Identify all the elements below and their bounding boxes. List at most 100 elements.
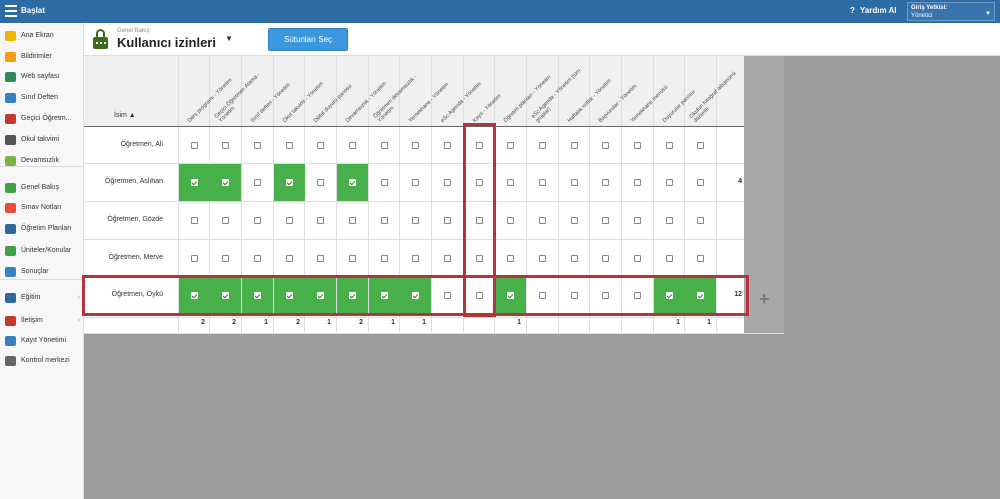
- sidebar-item-label: Öğretim Planları: [21, 225, 72, 232]
- checkbox-checked[interactable]: [191, 179, 198, 186]
- checkbox-unchecked[interactable]: [349, 142, 356, 149]
- sidebar-item-6[interactable]: Devamsızlık: [0, 151, 84, 170]
- checkbox-unchecked[interactable]: [539, 142, 546, 149]
- checkbox-unchecked[interactable]: [697, 179, 704, 186]
- sidebar-item-1[interactable]: Bildirimler: [0, 47, 84, 66]
- checkbox-unchecked[interactable]: [444, 179, 451, 186]
- checkbox-unchecked[interactable]: [666, 255, 673, 262]
- permission-cell: [210, 240, 241, 277]
- checkbox-unchecked[interactable]: [317, 217, 324, 224]
- checkbox-unchecked[interactable]: [349, 217, 356, 224]
- education-icon: [5, 292, 16, 303]
- checkbox-unchecked[interactable]: [286, 142, 293, 149]
- checkbox-checked[interactable]: [349, 179, 356, 186]
- calendar-icon: [5, 134, 16, 145]
- checkbox-unchecked[interactable]: [571, 217, 578, 224]
- checkbox-unchecked[interactable]: [444, 255, 451, 262]
- checkbox-unchecked[interactable]: [571, 255, 578, 262]
- checkbox-unchecked[interactable]: [412, 179, 419, 186]
- add-column-icon[interactable]: +: [759, 289, 770, 310]
- permission-cell: [590, 127, 621, 164]
- sidebar-divider: [0, 279, 84, 280]
- sidebar-item-10[interactable]: Üniteler/Konular: [0, 241, 84, 260]
- checkbox-unchecked[interactable]: [602, 255, 609, 262]
- checkbox-unchecked[interactable]: [697, 255, 704, 262]
- checkbox-unchecked[interactable]: [666, 142, 673, 149]
- permission-cell: [685, 240, 716, 277]
- checkbox-unchecked[interactable]: [507, 179, 514, 186]
- checkbox-unchecked[interactable]: [222, 142, 229, 149]
- checkbox-unchecked[interactable]: [381, 217, 388, 224]
- checkbox-unchecked[interactable]: [317, 179, 324, 186]
- start-label[interactable]: Başlat: [21, 6, 45, 15]
- checkbox-unchecked[interactable]: [191, 217, 198, 224]
- checkbox-unchecked[interactable]: [634, 217, 641, 224]
- checkbox-unchecked[interactable]: [381, 179, 388, 186]
- checkbox-unchecked[interactable]: [191, 255, 198, 262]
- sidebar-item-13[interactable]: İletişim ›: [0, 311, 84, 330]
- checkbox-unchecked[interactable]: [412, 217, 419, 224]
- sidebar-item-3[interactable]: Sınıf Defteri: [0, 88, 84, 107]
- checkbox-unchecked[interactable]: [507, 142, 514, 149]
- sidebar-item-15[interactable]: Kontrol merkezi: [0, 351, 84, 370]
- checkbox-unchecked[interactable]: [286, 217, 293, 224]
- permission-cell: [305, 202, 336, 239]
- checkbox-unchecked[interactable]: [697, 217, 704, 224]
- checkbox-checked[interactable]: [286, 179, 293, 186]
- checkbox-unchecked[interactable]: [507, 255, 514, 262]
- checkbox-unchecked[interactable]: [507, 217, 514, 224]
- checkbox-unchecked[interactable]: [571, 179, 578, 186]
- checkbox-checked[interactable]: [222, 179, 229, 186]
- checkbox-unchecked[interactable]: [412, 142, 419, 149]
- checkbox-unchecked[interactable]: [444, 217, 451, 224]
- select-columns-button[interactable]: Sütunları Seç: [268, 28, 348, 51]
- name-column-header[interactable]: İsim ▲: [114, 112, 136, 119]
- checkbox-unchecked[interactable]: [697, 142, 704, 149]
- sidebar-item-2[interactable]: Web sayfası: [0, 67, 84, 86]
- checkbox-unchecked[interactable]: [381, 255, 388, 262]
- checkbox-unchecked[interactable]: [602, 142, 609, 149]
- checkbox-unchecked[interactable]: [539, 179, 546, 186]
- checkbox-unchecked[interactable]: [634, 179, 641, 186]
- checkbox-unchecked[interactable]: [222, 255, 229, 262]
- checkbox-unchecked[interactable]: [666, 179, 673, 186]
- checkbox-unchecked[interactable]: [666, 217, 673, 224]
- checkbox-unchecked[interactable]: [539, 217, 546, 224]
- help-link[interactable]: ? Yardım Al: [850, 6, 897, 15]
- sidebar-item-9[interactable]: Öğretim Planları: [0, 219, 84, 238]
- sidebar-item-4[interactable]: Geçici Öğretm...: [0, 109, 84, 128]
- checkbox-unchecked[interactable]: [254, 217, 261, 224]
- sidebar-item-5[interactable]: Okul takvimi: [0, 130, 84, 149]
- sidebar-item-0[interactable]: Ana Ekran: [0, 26, 84, 45]
- sidebar-item-7[interactable]: Genel Bakış: [0, 178, 84, 197]
- sidebar-item-8[interactable]: Sınav Notları: [0, 198, 84, 217]
- checkbox-unchecked[interactable]: [254, 179, 261, 186]
- checkbox-unchecked[interactable]: [571, 142, 578, 149]
- sidebar-item-12[interactable]: Eğitim ›: [0, 288, 84, 307]
- sidebar-item-14[interactable]: Kayıt Yönetimi: [0, 331, 84, 350]
- checkbox-unchecked[interactable]: [191, 142, 198, 149]
- role-selector[interactable]: Giriş Yetkisi: Yönetici ▼: [907, 2, 995, 21]
- row-total: 4: [738, 178, 742, 185]
- checkbox-unchecked[interactable]: [381, 142, 388, 149]
- title-dropdown-icon[interactable]: ▼: [225, 34, 233, 43]
- checkbox-unchecked[interactable]: [222, 217, 229, 224]
- checkbox-unchecked[interactable]: [634, 255, 641, 262]
- menu-icon[interactable]: [5, 5, 17, 17]
- checkbox-unchecked[interactable]: [444, 142, 451, 149]
- breadcrumb[interactable]: Genel Bakış: [117, 28, 150, 34]
- permission-cell: [305, 127, 336, 164]
- checkbox-unchecked[interactable]: [254, 255, 261, 262]
- checkbox-unchecked[interactable]: [634, 142, 641, 149]
- checkbox-unchecked[interactable]: [602, 217, 609, 224]
- checkbox-unchecked[interactable]: [254, 142, 261, 149]
- checkbox-unchecked[interactable]: [602, 179, 609, 186]
- checkbox-unchecked[interactable]: [317, 142, 324, 149]
- role-value: Yönetici: [911, 13, 933, 19]
- permission-cell: [337, 240, 368, 277]
- checkbox-unchecked[interactable]: [349, 255, 356, 262]
- checkbox-unchecked[interactable]: [412, 255, 419, 262]
- checkbox-unchecked[interactable]: [286, 255, 293, 262]
- checkbox-unchecked[interactable]: [317, 255, 324, 262]
- checkbox-unchecked[interactable]: [539, 255, 546, 262]
